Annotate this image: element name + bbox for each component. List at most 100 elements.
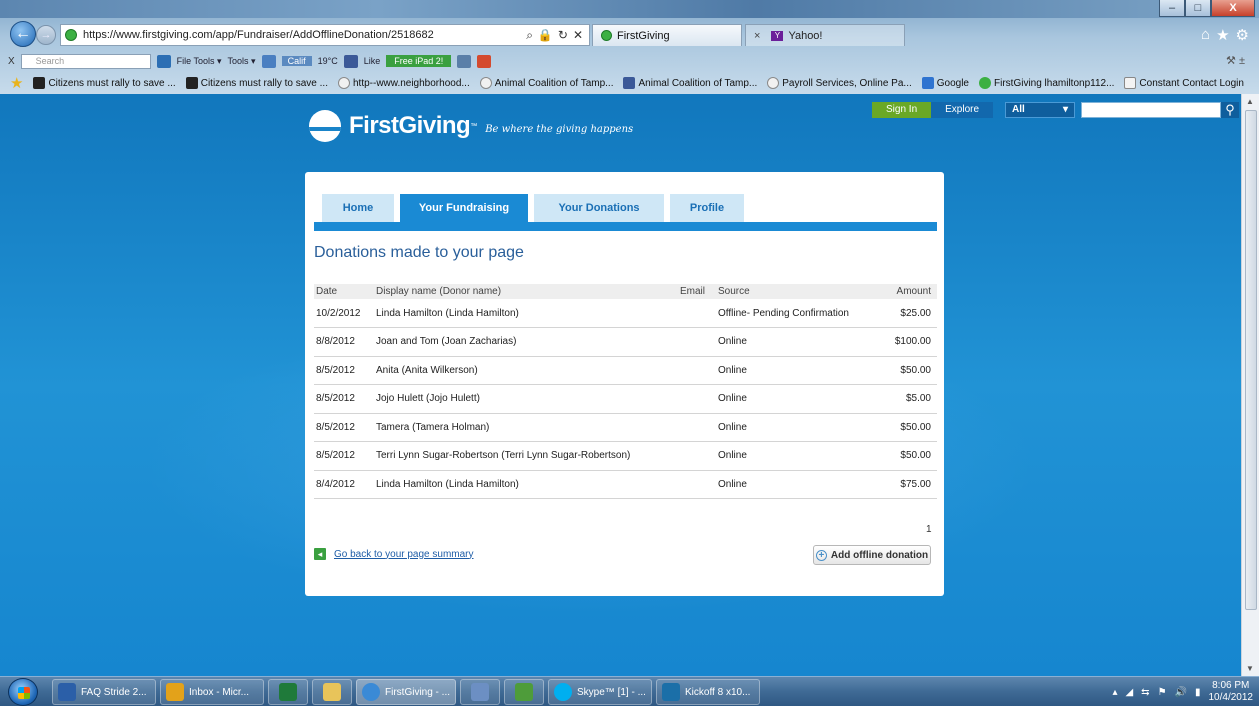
- taskbar-item[interactable]: FAQ Stride 2...: [52, 679, 156, 705]
- minimize-button[interactable]: –: [1159, 0, 1185, 17]
- taskbar-item[interactable]: [312, 679, 352, 705]
- browser-chrome: – □ X ← → https://www.firstgiving.com/ap…: [0, 0, 1259, 94]
- home-icon[interactable]: ⌂: [1201, 26, 1210, 44]
- favorite-link[interactable]: Payroll Services, Online Pa...: [767, 77, 912, 89]
- firstgiving-logo[interactable]: FirstGiving ™ Be where the giving happen…: [309, 110, 633, 142]
- trademark-symbol: ™: [470, 122, 478, 130]
- favorites-star-icon[interactable]: ★: [1216, 26, 1229, 44]
- toolbar-widget-icon[interactable]: [477, 54, 492, 68]
- category-select[interactable]: All ▾: [1005, 102, 1076, 118]
- free-ipad-ad[interactable]: Free iPad 2!: [386, 55, 452, 67]
- site-identity-icon: [65, 29, 77, 41]
- pagination-page-1[interactable]: 1: [926, 524, 932, 535]
- cell-source: Offline- Pending Confirmation: [716, 299, 866, 328]
- stop-icon[interactable]: ✕: [573, 28, 583, 43]
- like-button[interactable]: Like: [364, 56, 381, 66]
- favorite-link[interactable]: Citizens must rally to save ...: [185, 77, 328, 89]
- favorite-link[interactable]: Citizens must rally to save ...: [33, 77, 176, 89]
- chevron-down-icon: ▾: [1063, 104, 1069, 115]
- scroll-down-icon[interactable]: ▼: [1246, 664, 1254, 673]
- toolbar-options-icon[interactable]: ⚒ ±: [1226, 54, 1245, 67]
- go-back-link[interactable]: Go back to your page summary: [334, 549, 474, 560]
- maximize-button[interactable]: □: [1185, 0, 1211, 17]
- back-button[interactable]: ←: [10, 21, 36, 47]
- favorites-bar: ★ Citizens must rally to save ... Citize…: [0, 72, 1259, 94]
- tab-your-fundraising[interactable]: Your Fundraising: [400, 194, 528, 222]
- forward-button[interactable]: →: [36, 25, 56, 45]
- page-scrollbar[interactable]: ▲ ▼: [1241, 94, 1259, 676]
- add-offline-donation-label: Add offline donation: [830, 549, 929, 561]
- cell-date: 8/4/2012: [314, 470, 374, 499]
- close-button[interactable]: X: [1211, 0, 1255, 17]
- favorite-link[interactable]: Constant Contact Login: [1124, 77, 1244, 89]
- search-button[interactable]: ⚲: [1221, 102, 1240, 118]
- taskbar-item[interactable]: [504, 679, 544, 705]
- clock-time: 8:06 PM: [1212, 680, 1250, 691]
- donations-card: Home Your Fundraising Your Donations Pro…: [305, 172, 944, 596]
- taskbar-item[interactable]: Kickoff 8 x10...: [656, 679, 760, 705]
- browser-tab-firstgiving[interactable]: FirstGiving: [592, 24, 742, 46]
- show-hidden-icons-icon[interactable]: ▴: [1112, 687, 1117, 698]
- toolbar-app-icon[interactable]: [156, 54, 171, 68]
- system-clock[interactable]: 8:06 PM 10/4/2012: [1209, 680, 1254, 704]
- taskbar-item[interactable]: [268, 679, 308, 705]
- column-header-name: Display name (Donor name): [376, 286, 502, 297]
- scroll-up-icon[interactable]: ▲: [1246, 97, 1254, 106]
- sign-in-link[interactable]: Sign In: [872, 102, 932, 118]
- add-offline-donation-button[interactable]: + Add offline donation: [813, 545, 931, 565]
- settings-gear-icon[interactable]: ⚙: [1236, 26, 1249, 44]
- browser-tab-yahoo[interactable]: × Y Yahoo!: [745, 24, 905, 46]
- facebook-icon: [623, 77, 636, 89]
- power-icon[interactable]: ▮: [1195, 687, 1201, 698]
- tab-label: Yahoo!: [788, 29, 823, 42]
- favorite-link[interactable]: Google: [921, 77, 969, 89]
- address-text[interactable]: https://www.firstgiving.com/app/Fundrais…: [83, 29, 526, 41]
- weather-temp[interactable]: 19°C: [318, 56, 338, 66]
- firstgiving-icon: [601, 30, 612, 41]
- start-button[interactable]: [8, 678, 38, 706]
- column-header-source: Source: [718, 286, 750, 297]
- cell-email: [678, 470, 716, 499]
- site-search-input[interactable]: [1081, 102, 1222, 118]
- taskbar-item[interactable]: Skype™ [1] - ...: [548, 679, 652, 705]
- toolbar-search-input[interactable]: Search: [20, 53, 151, 69]
- taskbar-item[interactable]: FirstGiving - ...: [356, 679, 456, 705]
- tab-home[interactable]: Home: [322, 194, 394, 222]
- lock-icon[interactable]: 🔒: [538, 28, 553, 43]
- cell-date: 8/8/2012: [314, 327, 374, 357]
- cell-amount: $75.00: [866, 470, 937, 499]
- cell-amount: $5.00: [866, 384, 937, 414]
- table-row: 10/2/2012 Linda Hamilton (Linda Hamilton…: [314, 299, 937, 328]
- toolbar-widget-icon[interactable]: [261, 54, 276, 68]
- toolbar-close-button[interactable]: X: [8, 56, 15, 67]
- taskbar-item[interactable]: Inbox - Micr...: [160, 679, 264, 705]
- tools-menu[interactable]: Tools ▾: [228, 56, 256, 67]
- action-center-flag-icon[interactable]: ⚑: [1158, 687, 1167, 698]
- taskbar-item[interactable]: [460, 679, 500, 705]
- cell-date: 8/5/2012: [314, 441, 374, 471]
- file-tools-menu[interactable]: File Tools ▾: [177, 56, 222, 67]
- favorite-link[interactable]: Animal Coalition of Tamp...: [623, 77, 757, 89]
- table-row: 8/5/2012 Tamera (Tamera Holman) Online $…: [314, 413, 937, 442]
- close-tab-icon[interactable]: ×: [754, 30, 760, 42]
- toolbar-widget-icon[interactable]: [457, 54, 472, 68]
- network-icon[interactable]: ⇆: [1141, 687, 1149, 698]
- favorites-star-icon[interactable]: ★: [10, 74, 23, 92]
- volume-icon[interactable]: 🔊: [1175, 687, 1187, 698]
- address-bar[interactable]: https://www.firstgiving.com/app/Fundrais…: [60, 24, 590, 46]
- favorite-link[interactable]: Animal Coalition of Tamp...: [479, 77, 613, 89]
- explore-link[interactable]: Explore: [931, 102, 994, 118]
- refresh-icon[interactable]: ↻: [558, 28, 568, 43]
- scrollbar-thumb[interactable]: [1245, 110, 1257, 610]
- tab-profile[interactable]: Profile: [670, 194, 744, 222]
- search-icon[interactable]: ⌕: [526, 28, 533, 43]
- bookmark-icon: [33, 77, 46, 89]
- tab-your-donations[interactable]: Your Donations: [534, 194, 664, 222]
- signal-icon[interactable]: ◢: [1125, 687, 1133, 698]
- tab-label: FirstGiving: [617, 29, 670, 42]
- calif-button[interactable]: Calif: [281, 56, 312, 66]
- ie-icon: [479, 77, 492, 89]
- favorite-link[interactable]: FirstGiving lhamiltonp112...: [979, 77, 1114, 89]
- favorite-link[interactable]: http--www.neighborhood...: [337, 77, 470, 89]
- go-back-link-group[interactable]: ◂ Go back to your page summary: [314, 548, 474, 560]
